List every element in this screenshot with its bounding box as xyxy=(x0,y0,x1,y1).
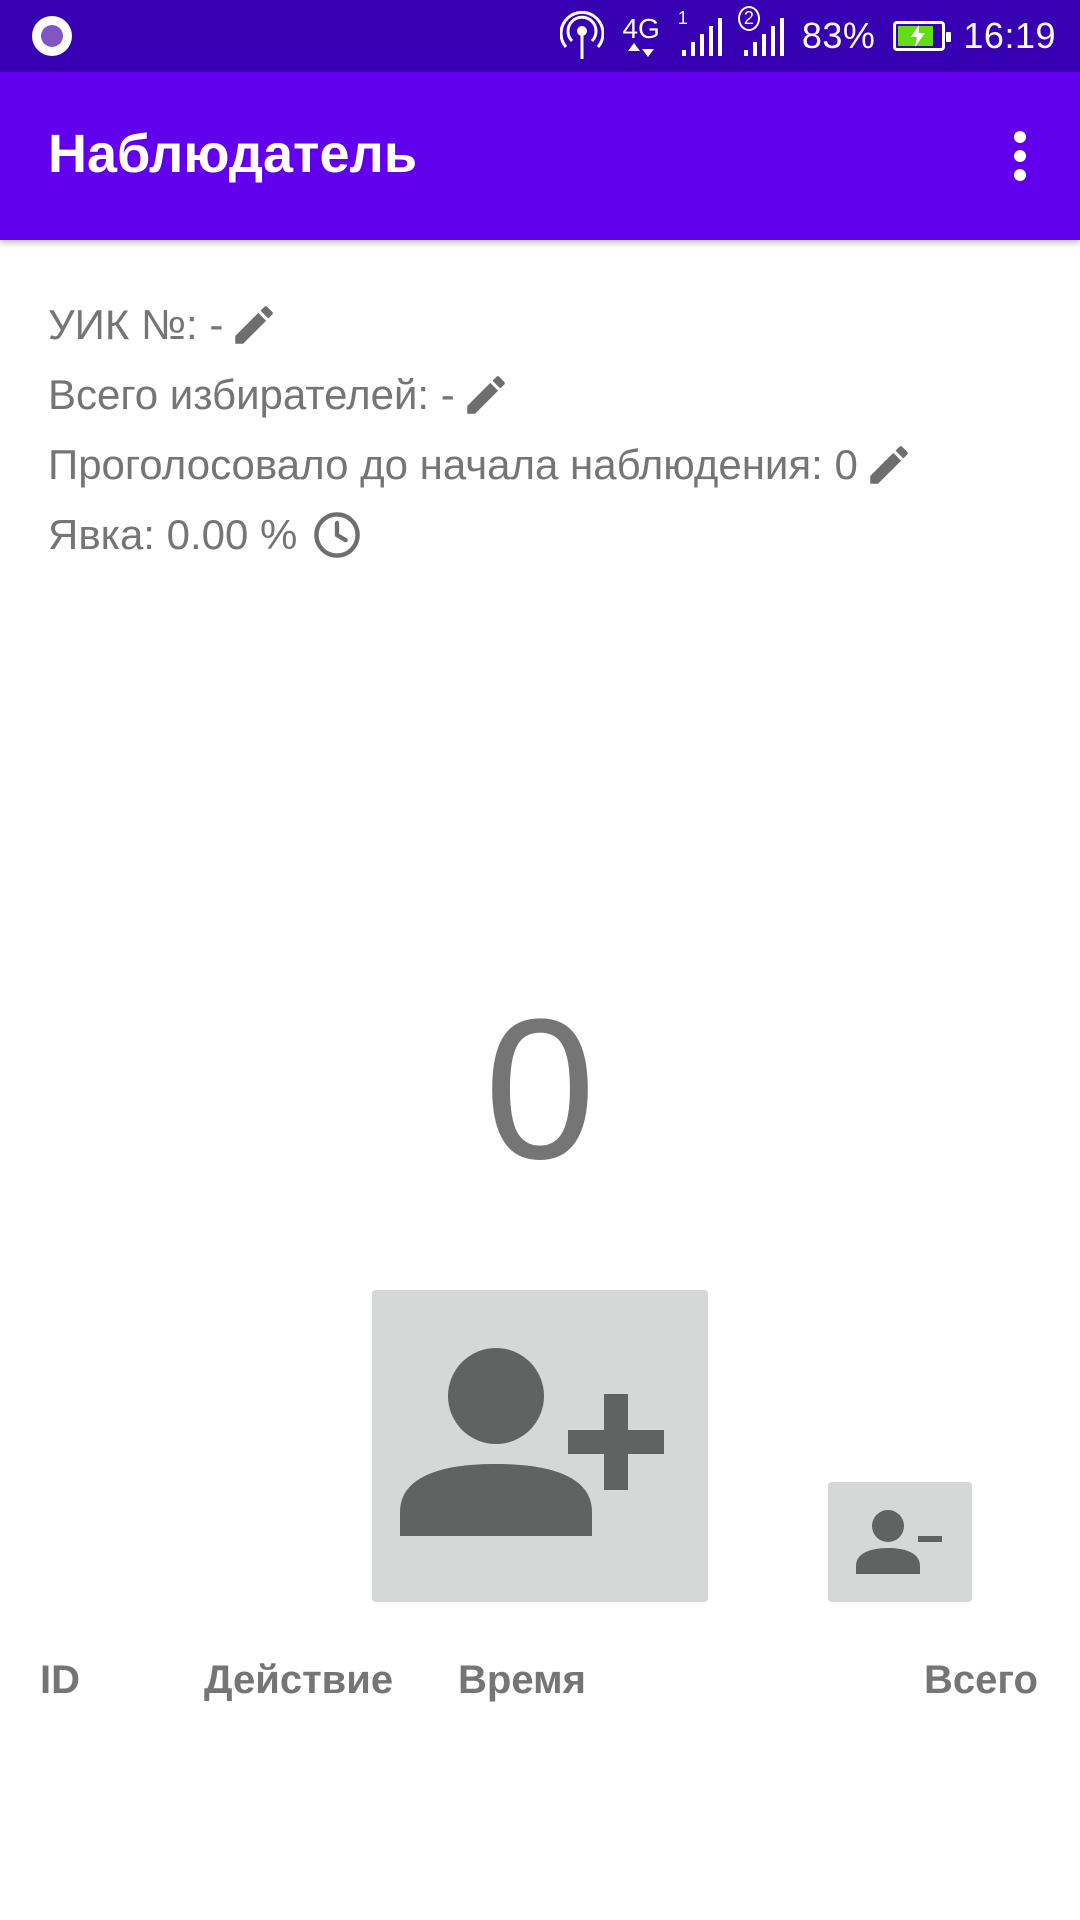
clock-icon[interactable] xyxy=(311,509,363,561)
add-voter-button[interactable] xyxy=(372,1290,708,1602)
signal-sim1-icon: 1 xyxy=(678,8,722,58)
column-header-total: Всего xyxy=(924,1658,1038,1702)
status-icons: 4G 1 2 83% 16:19 xyxy=(560,0,1056,72)
uik-value: - xyxy=(209,301,224,348)
edit-icon[interactable] xyxy=(864,440,914,490)
signal-sim2-icon: 2 xyxy=(737,6,784,58)
turnout-label: Явка: xyxy=(48,511,155,558)
status-bar: 4G 1 2 83% 16:19 xyxy=(0,0,1080,72)
remove-voter-button[interactable] xyxy=(828,1482,972,1602)
voted-before-value: 0 xyxy=(834,441,858,488)
history-table-header: ID Действие Время Всего xyxy=(0,1650,1080,1710)
edit-icon[interactable] xyxy=(461,370,511,420)
column-header-time: Время xyxy=(458,1658,586,1702)
info-panel: УИК №: - Всего избирателей: - Проголосов… xyxy=(48,290,914,570)
edit-icon[interactable] xyxy=(229,300,279,350)
4g-icon: 4G xyxy=(622,15,660,57)
uik-row: УИК №: - xyxy=(48,290,914,360)
person-remove-icon xyxy=(856,1510,942,1574)
column-header-id: ID xyxy=(40,1658,80,1702)
hotspot-icon xyxy=(560,11,605,61)
battery-percent: 83% xyxy=(801,15,876,56)
voters-total-value: - xyxy=(440,371,455,418)
turnout-row: Явка: 0.00 % xyxy=(48,500,914,570)
clock-time: 16:19 xyxy=(963,15,1056,56)
overflow-menu-button[interactable] xyxy=(984,120,1056,192)
voters-total-label: Всего избирателей: xyxy=(48,371,430,418)
notification-dot-icon xyxy=(32,16,72,56)
turnout-value: 0.00 % xyxy=(166,511,298,558)
uik-label: УИК №: xyxy=(48,301,198,348)
page-title: Наблюдатель xyxy=(48,124,418,184)
vote-counter: 0 xyxy=(484,978,596,1201)
voted-before-label: Проголосовало до начала наблюдения: xyxy=(48,441,823,488)
column-header-action: Действие xyxy=(204,1658,394,1702)
more-vert-icon xyxy=(1014,131,1026,181)
person-add-icon xyxy=(400,1348,664,1536)
battery-charging-icon xyxy=(893,21,952,51)
voters-total-row: Всего избирателей: - xyxy=(48,360,914,430)
voted-before-row: Проголосовало до начала наблюдения: 0 xyxy=(48,430,914,500)
app-bar: Наблюдатель xyxy=(0,72,1080,240)
